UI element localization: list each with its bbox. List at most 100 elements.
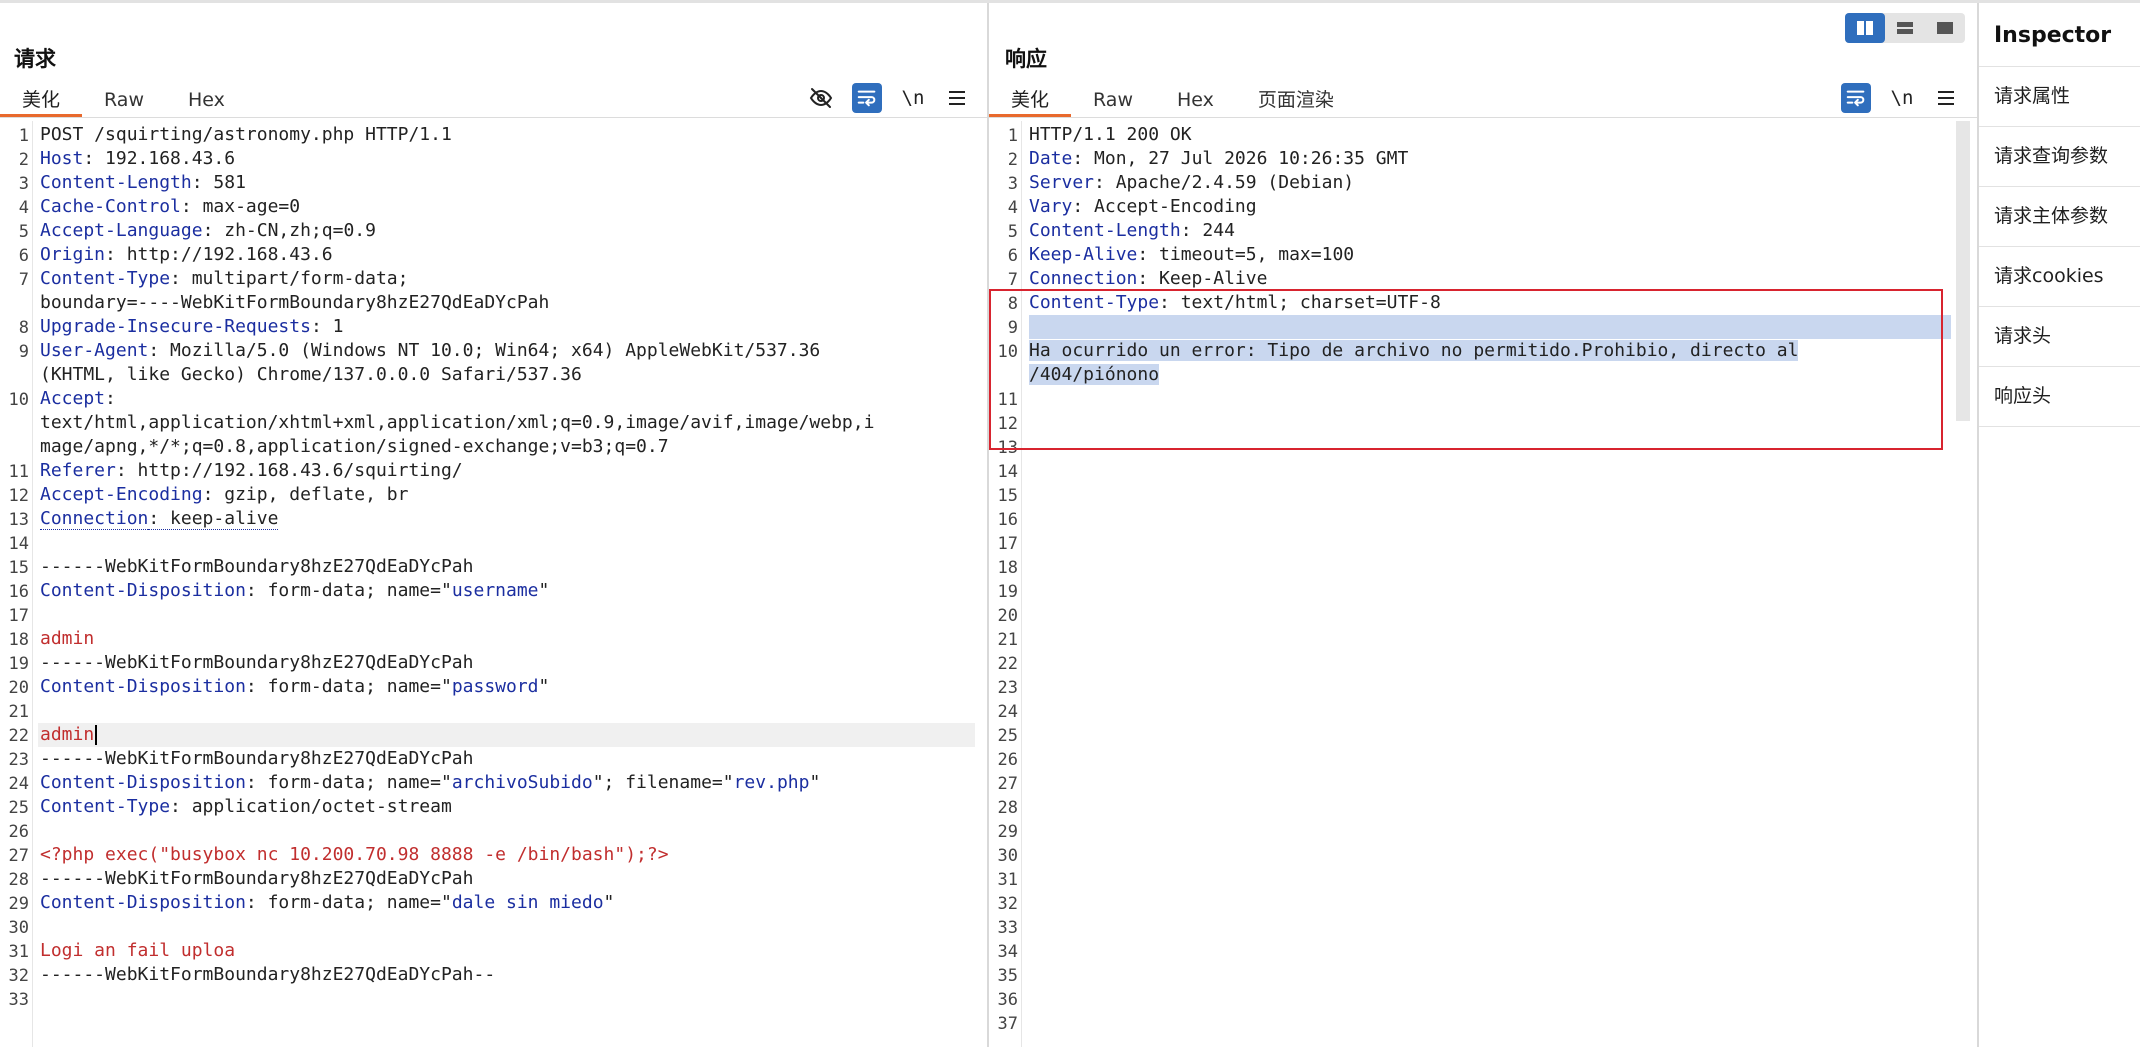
line-number: 31 [997, 870, 1018, 890]
response-tab-hex[interactable]: Hex [1155, 83, 1236, 117]
line-number: 31 [8, 942, 29, 962]
inspector-title: Inspector [1994, 23, 2112, 48]
line-number: 20 [997, 606, 1018, 626]
line-number: 16 [8, 582, 29, 602]
request-editor[interactable]: 1 POST /squirting/astronomy.php HTTP/1.1 2… [0, 121, 987, 1047]
line-number: 11 [997, 390, 1018, 410]
code-line: Date: Mon, 27 Jul 2026 10:26:35 GMT [1029, 147, 1965, 171]
header-key: Content-Type [40, 796, 171, 817]
field-name: dale sin miedo [451, 892, 604, 913]
hide-icon[interactable] [806, 83, 836, 113]
single-pane-icon[interactable] [1925, 13, 1965, 43]
code-line: Content-Type: text/html; charset=UTF-8 [1029, 291, 1965, 315]
plain-text: (KHTML, like Gecko) Chrome/137.0.0.0 Saf… [40, 364, 582, 385]
line-number: 30 [8, 918, 29, 938]
response-editor[interactable]: 1 HTTP/1.1 200 OK 2 Date: Mon, 27 Jul 2026 … [989, 121, 1977, 1047]
newline-label: \n [901, 87, 925, 109]
body-value: Logi an fail uploa [40, 940, 236, 961]
header-value: : http://192.168.43.6 [105, 244, 333, 265]
header-value: : application/octet-stream [170, 796, 452, 817]
line-number: 6 [1007, 246, 1018, 266]
menu-icon[interactable] [1931, 83, 1961, 113]
line-number: 27 [8, 846, 29, 866]
header-value: : 1 [310, 316, 344, 337]
menu-icon[interactable] [942, 83, 972, 113]
code-line: User-Agent: Mozilla/5.0 (Windows NT 10.0… [40, 339, 975, 363]
inspector-list: 请求属性 请求查询参数 请求主体参数 请求cookies 请求头 响应头 [1979, 66, 2140, 427]
header-value: : Mon, 27 Jul 2026 10:26:35 GMT [1072, 148, 1409, 169]
line-number: 12 [997, 414, 1018, 434]
file-name: rev.php [733, 772, 810, 793]
header-value: : 244 [1180, 220, 1235, 241]
code-line: Keep-Alive: timeout=5, max=100 [1029, 243, 1965, 267]
response-title: 响应 [1005, 47, 1047, 71]
header-value: " [538, 580, 550, 601]
line-number: 1 [1007, 126, 1018, 146]
line-number: 10 [8, 390, 29, 410]
response-tab-pretty[interactable]: 美化 [989, 83, 1072, 117]
code-line: ------WebKitFormBoundary8hzE27QdEaDYcPah [40, 747, 975, 771]
header-value: " [538, 676, 550, 697]
inspector-item-response-headers[interactable]: 响应头 [1979, 367, 2140, 427]
code-line [1029, 315, 1951, 339]
line-number: 33 [8, 990, 29, 1010]
newline-icon[interactable]: \n [1887, 83, 1917, 113]
header-value: : form-data; name=" [245, 676, 452, 697]
response-tab-raw[interactable]: Raw [1071, 83, 1155, 117]
request-tab-raw[interactable]: Raw [82, 83, 166, 117]
line-number: 2 [1007, 150, 1018, 170]
code-line: Accept: [40, 387, 975, 411]
newline-icon[interactable]: \n [898, 83, 928, 113]
line-number: 20 [8, 678, 29, 698]
line-number: 12 [8, 486, 29, 506]
selected-text: /404/piónono [1029, 364, 1160, 385]
line-number: 22 [8, 726, 29, 746]
response-tab-divider [989, 117, 1977, 118]
response-scrollbar[interactable] [1956, 121, 1970, 421]
code-line: Accept-Encoding: gzip, deflate, br [40, 483, 975, 507]
line-number: 26 [8, 822, 29, 842]
code-line: Content-Disposition: form-data; name="ar… [40, 771, 975, 795]
code-line: Cache-Control: max-age=0 [40, 195, 975, 219]
selected-text: Ha ocurrido un error: Tipo de archivo no… [1029, 340, 1799, 361]
inspector-item-query-params[interactable]: 请求查询参数 [1979, 127, 2140, 187]
header-key: Content-Length [40, 172, 192, 193]
inspector-item-request-attributes[interactable]: 请求属性 [1979, 67, 2140, 127]
code-line: ------WebKitFormBoundary8hzE27QdEaDYcPah [40, 555, 975, 579]
line-number: 9 [18, 342, 29, 362]
request-tab-pretty[interactable]: 美化 [0, 83, 83, 117]
line-number: 2 [18, 150, 29, 170]
code-line: Content-Length: 244 [1029, 219, 1965, 243]
response-tab-render[interactable]: 页面渲染 [1236, 83, 1356, 117]
wrap-icon[interactable] [1841, 83, 1871, 113]
inspector-item-body-params[interactable]: 请求主体参数 [1979, 187, 2140, 247]
header-value: : Mozilla/5.0 (Windows NT 10.0; Win64; x… [148, 340, 821, 361]
plain-text: POST /squirting/astronomy.php HTTP/1.1 [40, 124, 452, 145]
split-horizontal-icon[interactable] [1845, 13, 1885, 43]
request-tab-hex[interactable]: Hex [166, 83, 247, 117]
wrap-icon[interactable] [852, 83, 882, 113]
line-number: 28 [997, 798, 1018, 818]
split-vertical-icon[interactable] [1885, 13, 1925, 43]
code-line: Origin: http://192.168.43.6 [40, 243, 975, 267]
line-number: 14 [997, 462, 1018, 482]
inspector-item-request-headers[interactable]: 请求头 [1979, 307, 2140, 367]
line-number: 18 [8, 630, 29, 650]
line-number: 8 [1007, 294, 1018, 314]
header-key: Accept-Encoding [40, 484, 203, 505]
header-key: Content-Type [40, 268, 171, 289]
line-number: 21 [8, 702, 29, 722]
plain-text: ------WebKitFormBoundary8hzE27QdEaDYcPah [40, 652, 474, 673]
line-number: 25 [997, 726, 1018, 746]
header-value: : timeout=5, max=100 [1137, 244, 1355, 265]
inspector-item-cookies[interactable]: 请求cookies [1979, 247, 2140, 307]
code-line: ------WebKitFormBoundary8hzE27QdEaDYcPah [40, 867, 975, 891]
